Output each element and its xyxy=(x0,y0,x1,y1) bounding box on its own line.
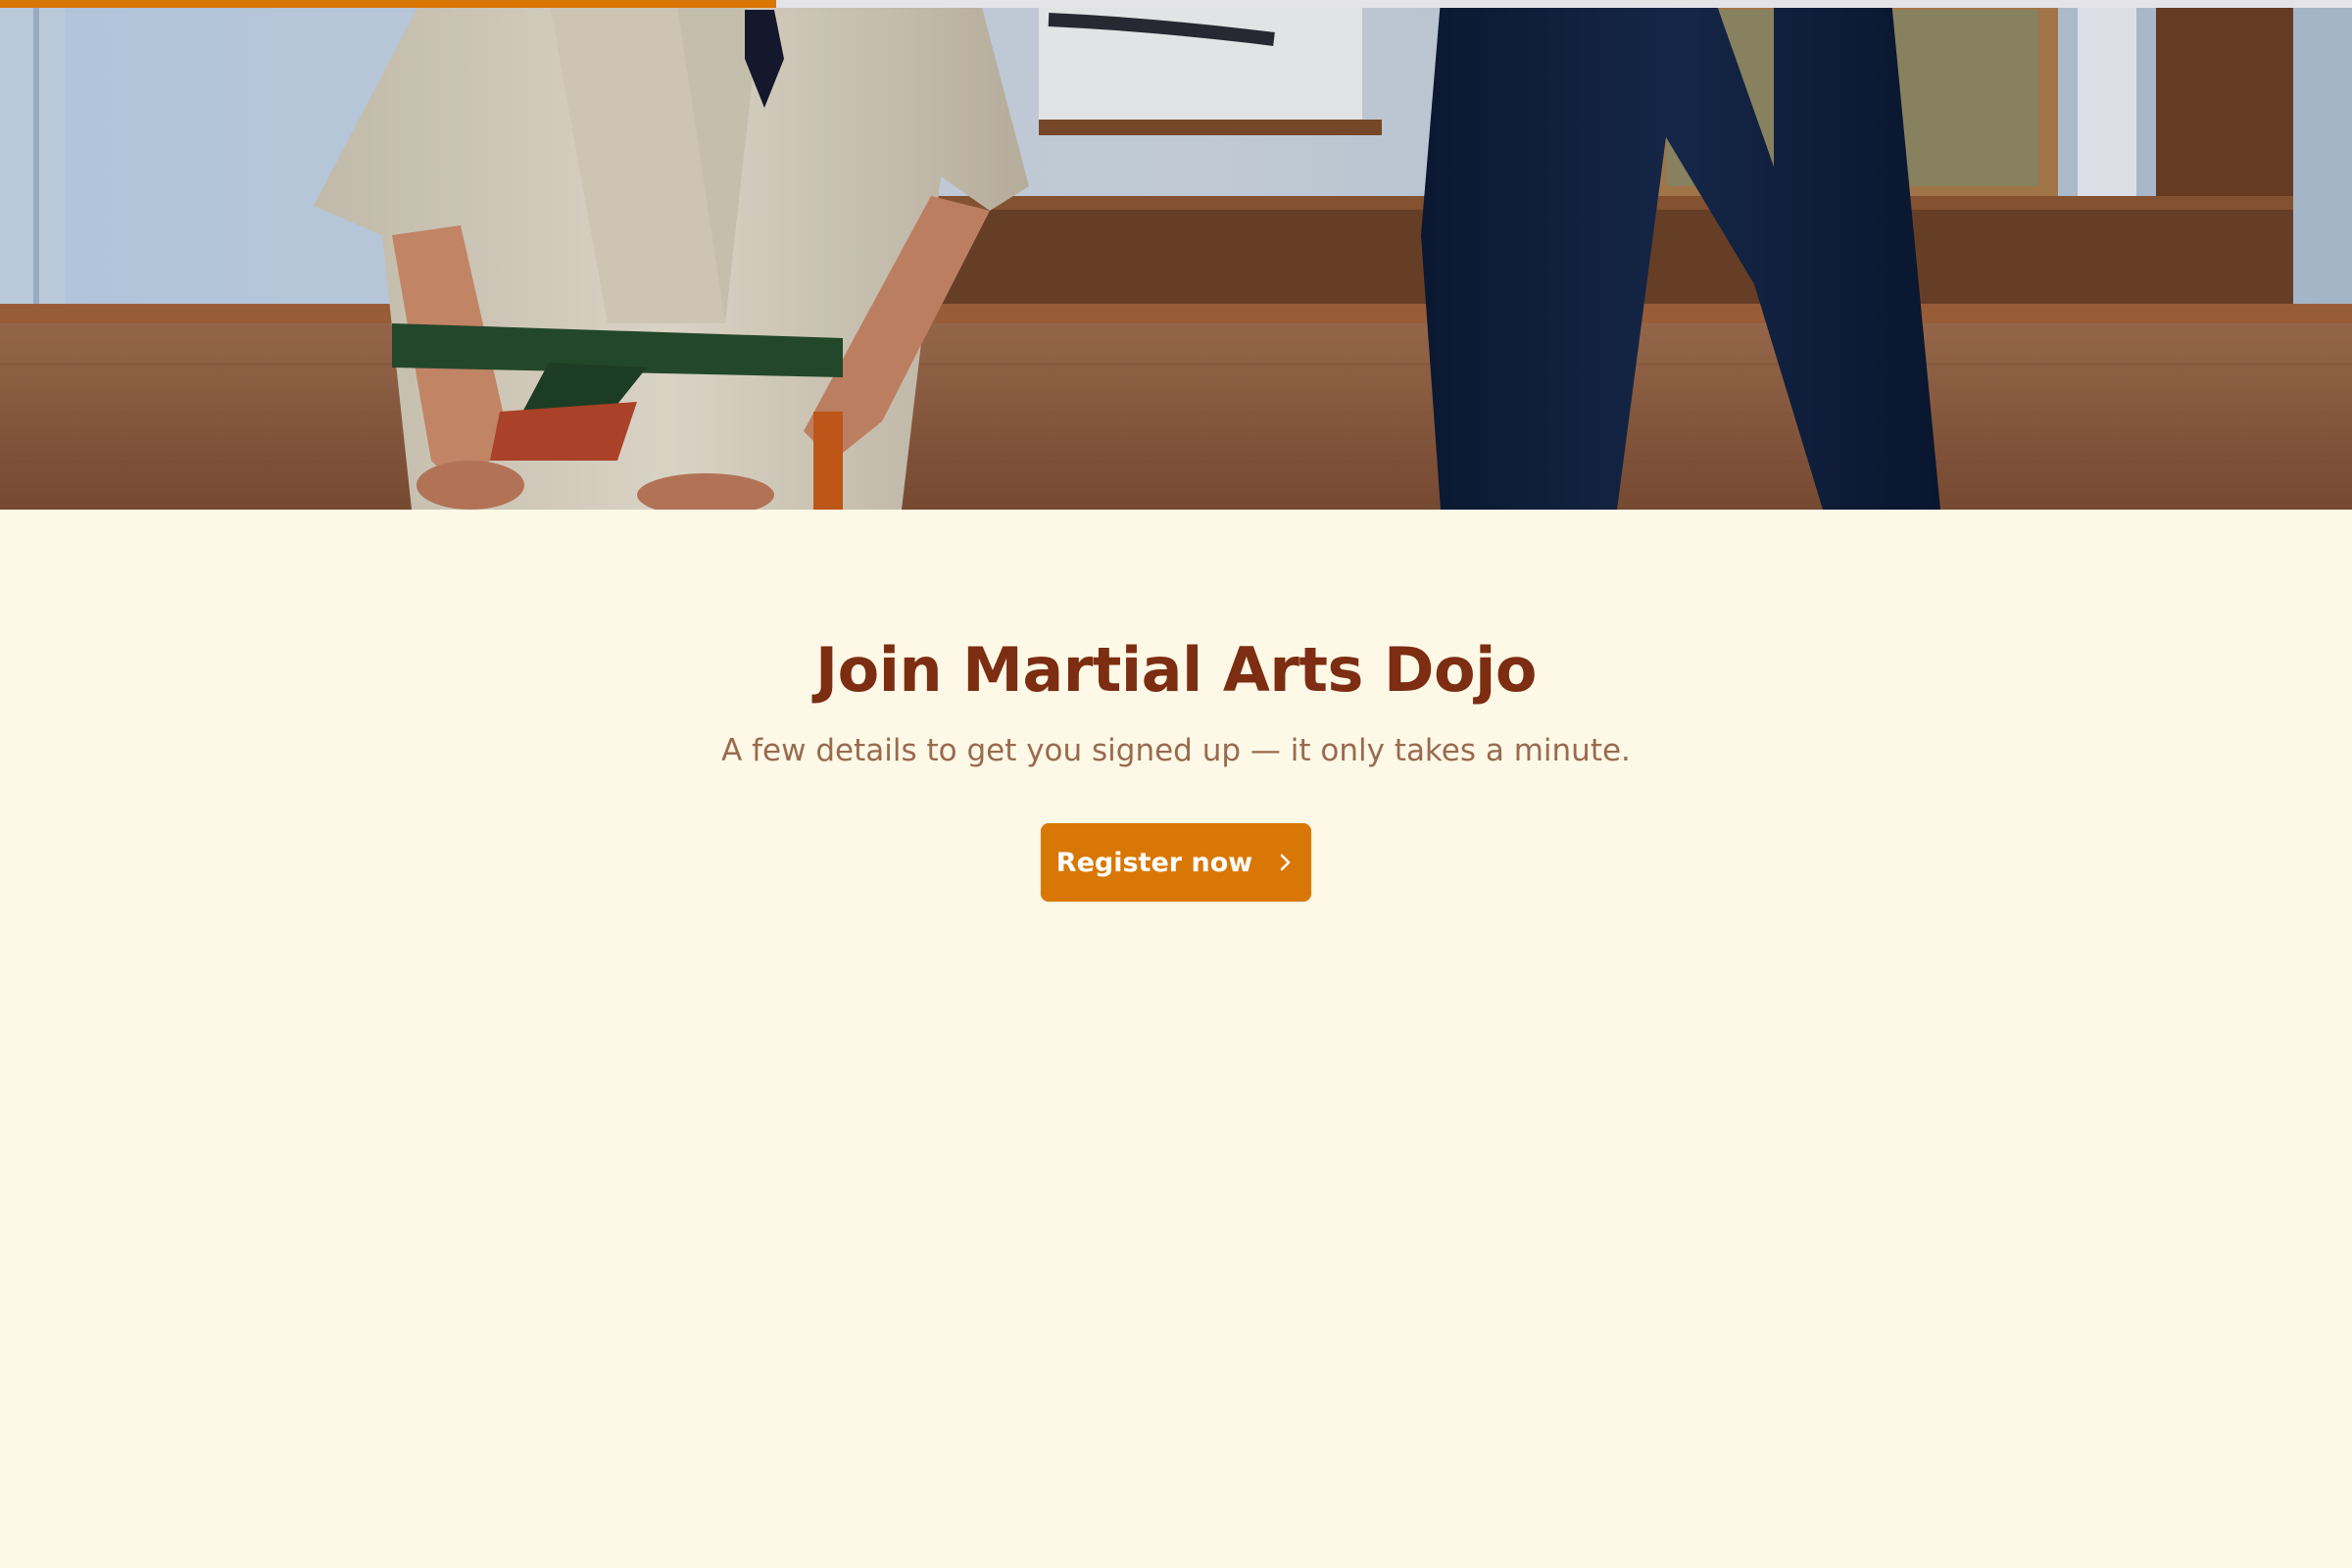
progress-bar-fill xyxy=(0,0,776,8)
register-button[interactable]: Register now xyxy=(1041,823,1311,902)
dojo-photo-illustration xyxy=(0,0,2352,510)
page-title: Join Martial Arts Dojo xyxy=(815,634,1537,706)
page-subtitle: A few details to get you signed up — it … xyxy=(721,733,1631,768)
signup-page: Join Martial Arts Dojo A few details to … xyxy=(0,0,2352,1568)
progress-bar xyxy=(0,0,2352,8)
hero-image xyxy=(0,0,2352,510)
chevron-right-icon xyxy=(1280,854,1291,871)
register-button-label: Register now xyxy=(1055,847,1253,878)
